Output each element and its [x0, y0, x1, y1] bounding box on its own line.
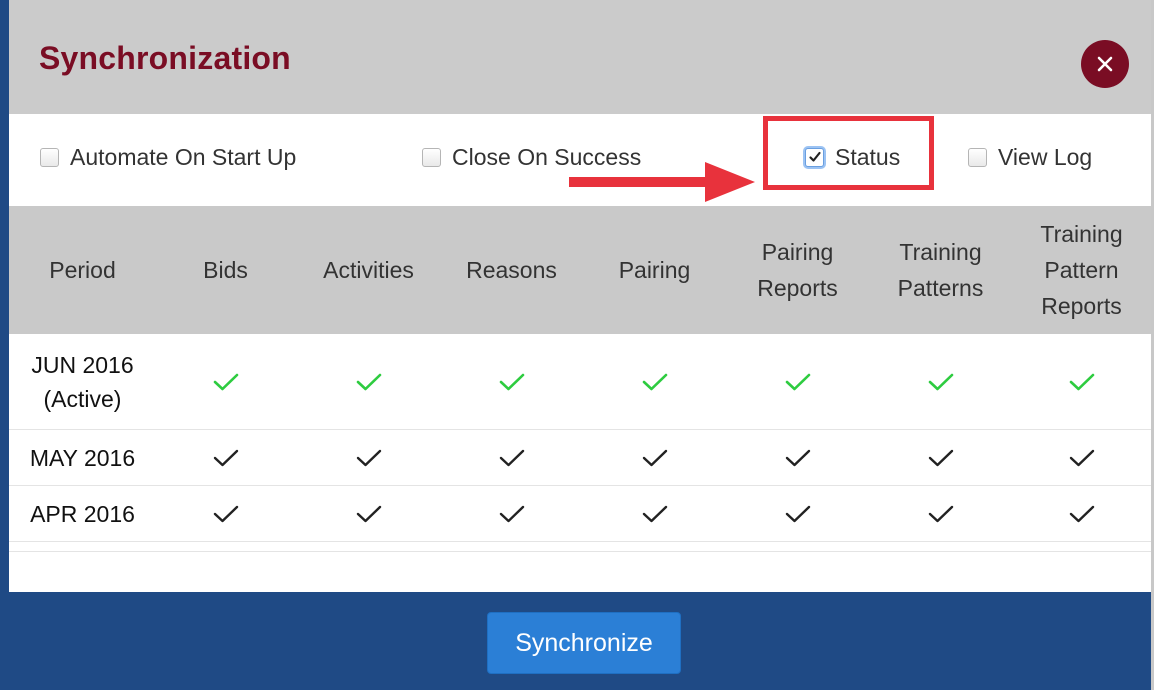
option-label: Status [835, 143, 901, 170]
check-icon [583, 430, 726, 485]
synchronize-button[interactable]: Synchronize [487, 612, 681, 674]
table-row[interactable]: MAY 2016 [9, 430, 1151, 486]
period-cell: JUN 2016 (Active) [31, 351, 134, 412]
check-icon [583, 334, 726, 429]
check-icon [583, 486, 726, 541]
check-icon [154, 334, 297, 429]
dialog-footer: Synchronize [9, 592, 1151, 690]
check-icon [1012, 334, 1151, 429]
view-log-checkbox[interactable] [968, 147, 987, 167]
close-on-success-checkbox[interactable] [422, 147, 441, 167]
table-row[interactable]: APR 2016 [9, 486, 1151, 542]
check-icon [1012, 430, 1151, 485]
column-header-training-pattern-reports: Training Pattern Reports [1040, 221, 1123, 319]
column-header-activities: Activities [323, 257, 414, 283]
option-label: Automate On Start Up [70, 143, 297, 170]
check-icon [440, 334, 583, 429]
automate-checkbox[interactable] [40, 147, 59, 167]
status-checkbox[interactable] [805, 147, 824, 167]
check-icon [726, 334, 869, 429]
check-icon [726, 486, 869, 541]
check-icon [440, 486, 583, 541]
check-icon [154, 486, 297, 541]
column-header-bids: Bids [203, 257, 248, 283]
option-status[interactable]: Status [805, 141, 900, 173]
check-icon [1012, 486, 1151, 541]
column-header-pairing-reports: Pairing Reports [757, 239, 838, 301]
table-header: Period Bids Activities Reasons Pairing P… [9, 206, 1151, 334]
checkmark-icon [808, 151, 821, 162]
table-row-divider [9, 542, 1151, 552]
dialog-header: Synchronization [9, 0, 1151, 114]
check-icon [869, 334, 1012, 429]
option-view-log[interactable]: View Log [968, 141, 1092, 173]
check-icon [869, 486, 1012, 541]
column-header-pairing: Pairing [618, 257, 691, 283]
table-row[interactable]: JUN 2016 (Active) [9, 334, 1151, 430]
check-icon [297, 486, 440, 541]
annotation-arrow-icon [569, 162, 755, 202]
close-icon [1097, 56, 1113, 72]
option-label: View Log [998, 143, 1093, 170]
close-button[interactable] [1081, 40, 1129, 88]
window-edge [0, 0, 9, 690]
check-icon [154, 430, 297, 485]
check-icon [297, 334, 440, 429]
period-cell: APR 2016 [30, 500, 135, 527]
check-icon [869, 430, 1012, 485]
options-bar: Automate On Start Up Close On Success St… [9, 114, 1151, 206]
period-cell: MAY 2016 [29, 444, 136, 471]
synchronization-dialog: Synchronization Automate On Start Up Clo… [0, 0, 1154, 690]
check-icon [297, 430, 440, 485]
column-header-period: Period [49, 257, 116, 283]
check-icon [440, 430, 583, 485]
column-header-reasons: Reasons [466, 257, 557, 283]
option-automate-on-start-up[interactable]: Automate On Start Up [40, 141, 296, 173]
column-header-training-patterns: Training Patterns [897, 239, 984, 301]
dialog-title: Synchronization [39, 40, 291, 76]
check-icon [726, 430, 869, 485]
